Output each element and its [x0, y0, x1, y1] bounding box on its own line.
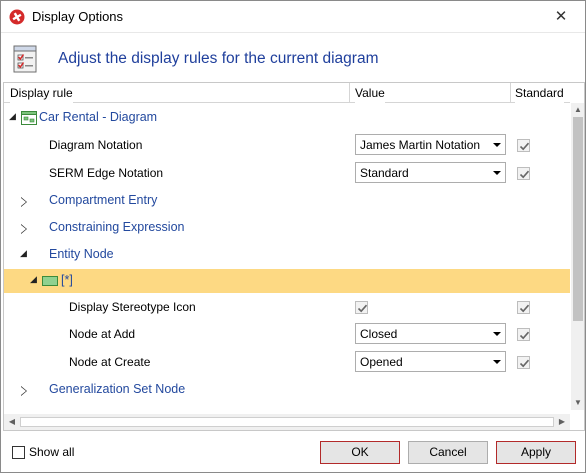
column-separator[interactable]: [510, 83, 511, 103]
show-all-checkbox[interactable]: [12, 446, 25, 459]
tree-label: [*]: [61, 273, 73, 287]
rule-row-node-at-create: Node at Create Opened: [4, 349, 570, 376]
checklist-icon: [13, 45, 37, 73]
column-header-value[interactable]: Value: [355, 83, 385, 103]
tree-row-entity-node[interactable]: ◢ Entity Node: [4, 242, 570, 269]
tree-label: Compartment Entry: [49, 193, 158, 207]
vertical-scroll-thumb[interactable]: [573, 117, 583, 321]
check-icon: [357, 304, 368, 313]
tree-row-root[interactable]: ◢ Car Rental - Diagram: [4, 105, 570, 132]
vertical-scrollbar[interactable]: ▲ ▼: [571, 103, 584, 410]
column-separator[interactable]: [349, 83, 350, 103]
scroll-left-icon[interactable]: ◀: [4, 414, 20, 430]
check-icon: [519, 142, 530, 151]
select-value: Closed: [360, 327, 398, 341]
app-icon: [9, 9, 25, 25]
standard-checkbox[interactable]: [517, 356, 530, 369]
dialog-footer: Show all OK Cancel Apply: [1, 431, 585, 472]
scroll-up-icon[interactable]: ▲: [571, 103, 584, 117]
value-checkbox[interactable]: [355, 301, 368, 314]
close-icon[interactable]: ✕: [549, 6, 573, 28]
column-header-standard[interactable]: Standard: [515, 83, 564, 103]
rule-row-node-at-add: Node at Add Closed: [4, 321, 570, 348]
tree-row-compartment-entry[interactable]: Compartment Entry: [4, 188, 570, 215]
rule-label: SERM Edge Notation: [49, 166, 164, 180]
tree-row-generalization-set-node[interactable]: Generalization Set Node: [4, 377, 570, 404]
standard-checkbox[interactable]: [517, 139, 530, 152]
check-icon: [519, 304, 530, 313]
rule-label: Node at Add: [69, 327, 136, 341]
display-options-dialog: Display Options ✕ Adjust the display rul…: [0, 0, 586, 473]
expanded-icon[interactable]: ◢: [9, 112, 18, 121]
standard-checkbox[interactable]: [517, 167, 530, 180]
node-at-create-select[interactable]: Opened: [355, 351, 506, 372]
tree-row-selected[interactable]: ◢ [*]: [4, 269, 570, 293]
select-value: James Martin Notation: [360, 138, 481, 152]
rule-label: Node at Create: [69, 355, 151, 369]
header-text: Adjust the display rules for the current…: [58, 50, 379, 67]
rule-row-serm-edge-notation: SERM Edge Notation Standard: [4, 160, 570, 187]
serm-edge-notation-select[interactable]: Standard: [355, 162, 506, 183]
rule-label: Diagram Notation: [49, 138, 143, 152]
tree-row-constraining-expression[interactable]: Constraining Expression: [4, 215, 570, 242]
diagram-icon: [21, 111, 37, 125]
cancel-button[interactable]: Cancel: [408, 441, 488, 464]
tree-label: Entity Node: [49, 247, 114, 261]
rule-label: Display Stereotype Icon: [69, 300, 196, 314]
node-at-add-select[interactable]: Closed: [355, 323, 506, 344]
chevron-down-icon: [493, 360, 501, 364]
chevron-down-icon: [493, 143, 501, 147]
standard-checkbox[interactable]: [517, 328, 530, 341]
expanded-icon[interactable]: ◢: [30, 275, 39, 284]
check-icon: [519, 359, 530, 368]
rule-row-diagram-notation: Diagram Notation James Martin Notation: [4, 132, 570, 159]
diagram-notation-select[interactable]: James Martin Notation: [355, 134, 506, 155]
horizontal-scrollbar[interactable]: ◀ ▶: [4, 414, 570, 430]
chevron-down-icon: [493, 332, 501, 336]
tree-label: Constraining Expression: [49, 220, 185, 234]
scroll-right-icon[interactable]: ▶: [554, 414, 570, 430]
window-title: Display Options: [32, 9, 124, 24]
title-bar: Display Options ✕: [1, 1, 585, 32]
chevron-down-icon: [493, 171, 501, 175]
show-all-label[interactable]: Show all: [29, 445, 74, 459]
header-band: Adjust the display rules for the current…: [1, 32, 585, 82]
select-value: Standard: [360, 166, 409, 180]
column-header-row: [4, 83, 570, 103]
tree-label: Generalization Set Node: [49, 382, 186, 396]
ok-button[interactable]: OK: [320, 441, 400, 464]
expanded-icon[interactable]: ◢: [20, 249, 29, 258]
check-icon: [519, 331, 530, 340]
check-icon: [519, 170, 530, 179]
tree-label: Car Rental - Diagram: [39, 110, 158, 124]
rules-grid: Display rule Value Standard ◢ Car Rental…: [3, 82, 585, 431]
horizontal-scroll-thumb[interactable]: [20, 417, 554, 427]
scroll-down-icon[interactable]: ▼: [571, 396, 584, 410]
apply-button[interactable]: Apply: [496, 441, 576, 464]
select-value: Opened: [360, 355, 403, 369]
rule-row-display-stereotype-icon: Display Stereotype Icon: [4, 294, 570, 321]
column-header-rule[interactable]: Display rule: [10, 83, 73, 103]
standard-checkbox[interactable]: [517, 301, 530, 314]
green-rectangle-icon: [42, 276, 58, 286]
